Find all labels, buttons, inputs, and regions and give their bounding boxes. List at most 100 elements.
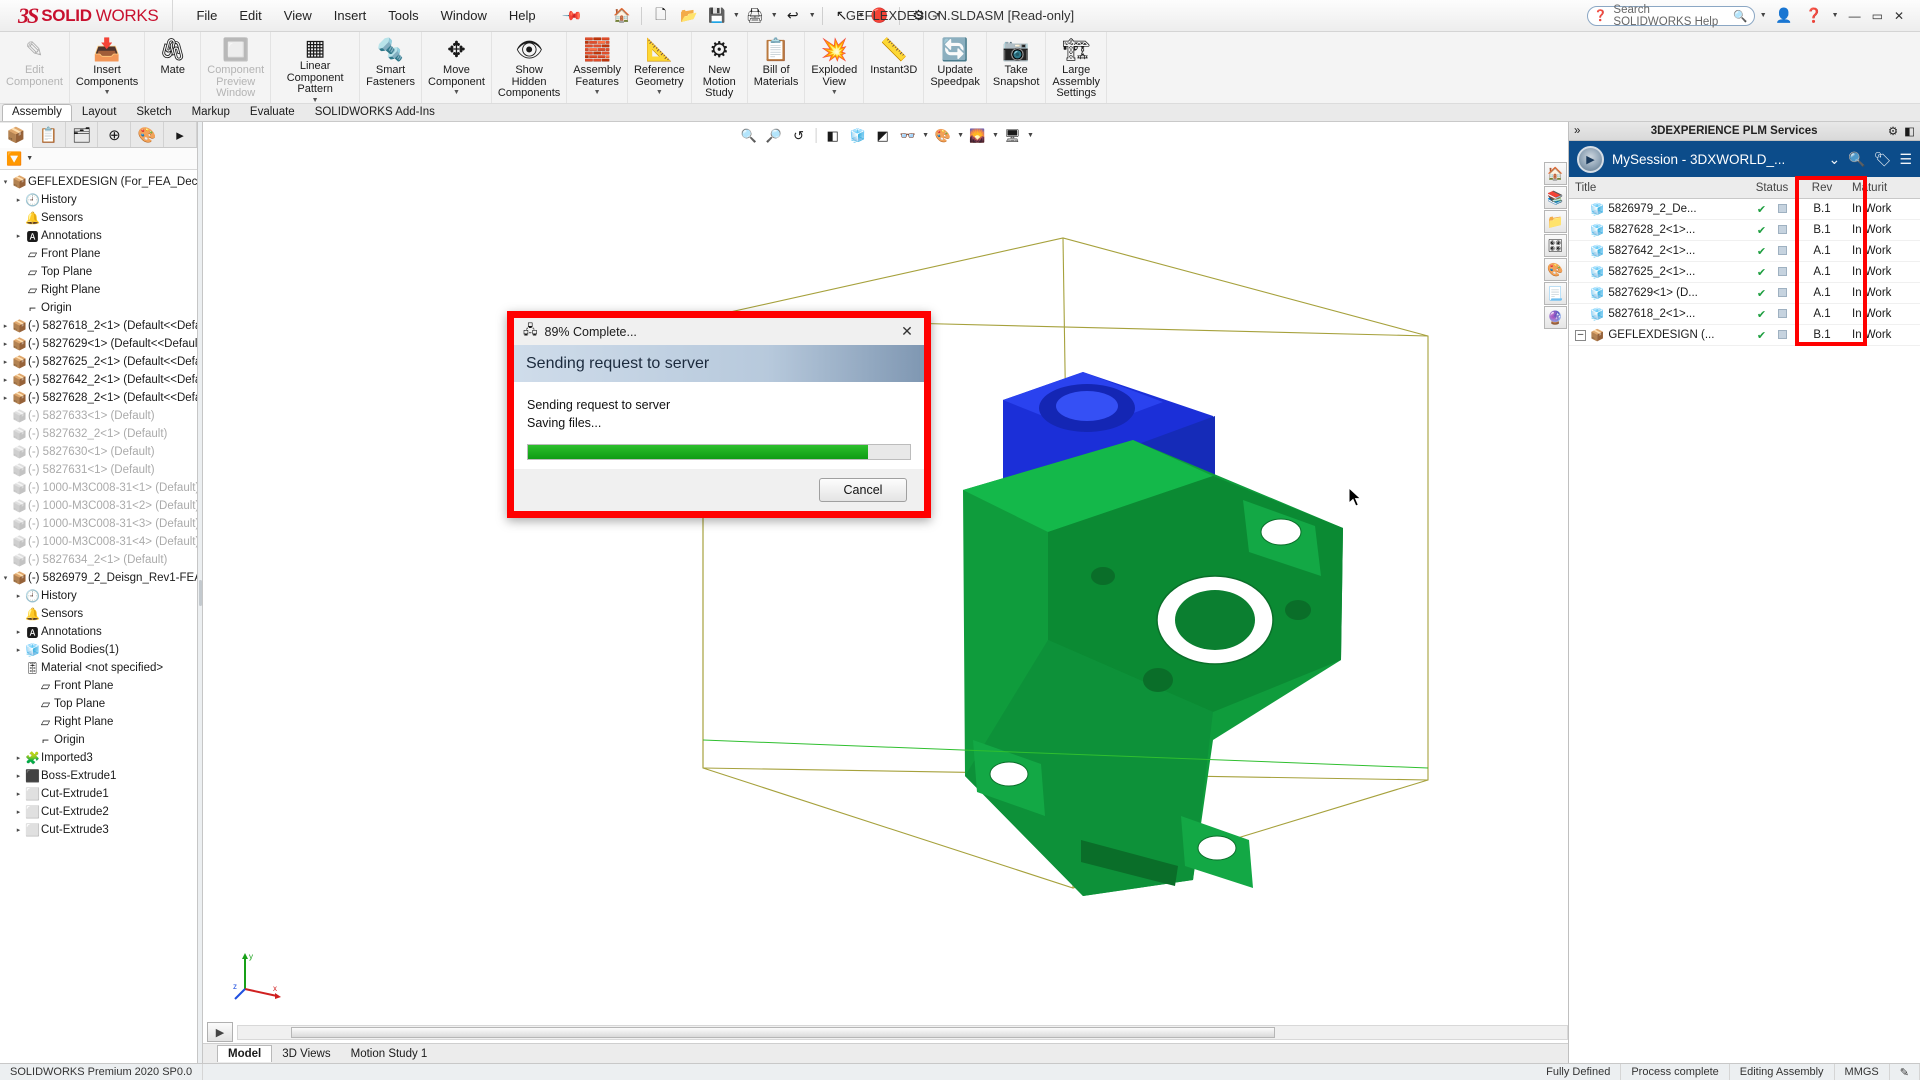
save-icon[interactable]: 💾 (704, 4, 730, 28)
print-icon[interactable]: 🖨 (742, 4, 768, 28)
search-input[interactable]: ❓ Search SOLIDWORKS Help 🔍 (1586, 4, 1755, 28)
help-icon[interactable]: ❓ (1801, 4, 1827, 28)
ribbon-linear-component-pattern[interactable]: ▦ Linear Component Pattern ▼ (271, 32, 361, 104)
ribbon-assembly-features[interactable]: 🧱 Assembly Features ▼ (567, 32, 628, 103)
expand-arrow-icon[interactable]: ▸ (0, 394, 11, 402)
ribbon-instant3d[interactable]: 📏 Instant3D (864, 32, 925, 103)
graphics-viewport[interactable]: 🔍 🔎 ↺ ◧ 🧊 ◩ 👓 ▼ 🎨 ▼ 🌄 ▼ 🖥 ▼ y x z 🏠 📚 📁 … (203, 122, 1568, 1063)
search-icon[interactable]: 🔍 (1733, 9, 1747, 23)
plm-table-row[interactable]: 🧊 5827629<1> (D... ✔ A.1 In Work (1569, 283, 1920, 304)
tree-item[interactable]: ▸ 🧊 Solid Bodies(1) (0, 641, 197, 659)
tree-item[interactable]: 📦 (-) 1000-M3C008-31<2> (Default) (0, 497, 197, 515)
ribbon-show-hidden-components[interactable]: 👁 Show Hidden Components (492, 32, 568, 103)
chevron-down-icon[interactable]: ▼ (831, 89, 838, 96)
session-chevron-down-icon[interactable]: ⌄ (1828, 151, 1840, 168)
menu-window[interactable]: Window (430, 3, 498, 28)
tree-item[interactable]: ▸ 📦 (-) 5827642_2<1> (Default<<Defa (0, 371, 197, 389)
scene-dropdown-icon[interactable]: ▼ (992, 132, 999, 139)
tab-markup[interactable]: Markup (182, 104, 240, 121)
scrollbar-thumb[interactable] (291, 1026, 1275, 1038)
zoom-to-fit-icon[interactable]: 🔍 (737, 125, 760, 146)
tree-item[interactable]: 📦 (-) 5827631<1> (Default) (0, 461, 197, 479)
search-dropdown-icon[interactable]: ▼ (1760, 12, 1767, 19)
feature-tree[interactable]: ▾📦GEFLEXDESIGN (For_FEA_Dec19-2019▸🕘Hist… (0, 170, 197, 1063)
tree-item[interactable]: ▱ Top Plane (0, 695, 197, 713)
expand-arrow-icon[interactable]: ▾ (0, 178, 11, 186)
menu-help[interactable]: Help (498, 3, 547, 28)
expand-arrow-icon[interactable]: ▸ (0, 340, 11, 348)
ribbon-update-speedpak[interactable]: 🔄 Update Speedpak (924, 32, 987, 103)
tab-motion-study-1[interactable]: Motion Study 1 (341, 1046, 438, 1062)
close-icon[interactable]: ✕ (894, 321, 920, 343)
plm-cell-title[interactable]: – 📦 GEFLEXDESIGN (... (1569, 328, 1749, 342)
tab-sketch[interactable]: Sketch (126, 104, 181, 121)
tree-item[interactable]: 🔔 Sensors (0, 209, 197, 227)
tree-item[interactable]: ▸ 📦 (-) 5827629<1> (Default<<Defaul (0, 335, 197, 353)
ribbon-exploded-view[interactable]: 💥 Exploded View ▼ (805, 32, 865, 103)
undo-dropdown-icon[interactable]: ▼ (809, 12, 816, 19)
display-style-icon[interactable]: ◩ (871, 125, 894, 146)
play-button[interactable]: ▶ (207, 1022, 233, 1042)
tree-item[interactable]: 📦 (-) 5827633<1> (Default) (0, 407, 197, 425)
property-manager-icon[interactable]: 📋 (33, 122, 66, 147)
plm-cell-title[interactable]: 🧊 5827625_2<1>... (1569, 265, 1749, 279)
print-dropdown-icon[interactable]: ▼ (771, 12, 778, 19)
tree-item[interactable]: ▾📦GEFLEXDESIGN (For_FEA_Dec19-2019 (0, 173, 197, 191)
tree-item[interactable]: ▸ 📦 (-) 5827628_2<1> (Default<<Defa (0, 389, 197, 407)
tab-3d-views[interactable]: 3D Views (272, 1046, 340, 1062)
display-manager-icon[interactable]: 🎨 (131, 122, 165, 147)
column-header-rev[interactable]: Rev (1795, 182, 1849, 194)
section-view-icon[interactable]: ◧ (821, 125, 844, 146)
plm-table-row[interactable]: 🧊 5826979_2_De... ✔ B.1 In Work (1569, 199, 1920, 220)
expand-arrow-icon[interactable]: ▸ (0, 322, 11, 330)
view-orientation-icon[interactable]: 🧊 (846, 125, 869, 146)
home-view-icon[interactable]: 🏠 (1544, 162, 1567, 185)
list-pane-icon[interactable]: 📃 (1544, 282, 1567, 305)
tree-item[interactable]: ▱ Right Plane (0, 713, 197, 731)
maximize-button[interactable]: ▭ (1872, 9, 1883, 23)
user-account-icon[interactable]: 👤 (1771, 4, 1797, 28)
expand-arrow-icon[interactable]: ▸ (13, 754, 24, 762)
menu-edit[interactable]: Edit (228, 3, 272, 28)
view-settings-icon[interactable]: 🖥 (1001, 125, 1024, 146)
status-edit-icon[interactable]: ✎ (1890, 1064, 1920, 1080)
collapse-panel-icon[interactable]: ◧ (1904, 124, 1915, 138)
menu-view[interactable]: View (273, 3, 323, 28)
filter-dropdown-icon[interactable]: ▼ (26, 155, 33, 162)
chevron-down-icon[interactable]: ▼ (104, 89, 111, 96)
tree-item[interactable]: ▸ 🧩 Imported3 (0, 749, 197, 767)
tree-item[interactable]: ▸ 📦 (-) 5827625_2<1> (Default<<Defa (0, 353, 197, 371)
tree-item[interactable]: ▸ ⬛ Boss-Extrude1 (0, 767, 197, 785)
plm-table-row[interactable]: 🧊 5827642_2<1>... ✔ A.1 In Work (1569, 241, 1920, 262)
chevron-down-icon[interactable]: ▼ (656, 89, 663, 96)
expand-panel-icon[interactable]: » (1574, 125, 1580, 137)
tree-item[interactable]: 📦 (-) 1000-M3C008-31<3> (Default) (0, 515, 197, 533)
tree-item[interactable]: ▸ 🕘 History (0, 191, 197, 209)
tree-item[interactable]: 📦 (-) 5827632_2<1> (Default) (0, 425, 197, 443)
expand-arrow-icon[interactable]: ▸ (0, 358, 11, 366)
expand-arrow-icon[interactable]: ▾ (0, 574, 11, 582)
horizontal-scrollbar[interactable] (237, 1024, 1568, 1040)
ribbon-mate[interactable]: 🖇 Mate (145, 32, 202, 103)
configuration-manager-icon[interactable]: 🗂 (66, 122, 99, 147)
plm-cell-title[interactable]: 🧊 5827618_2<1>... (1569, 307, 1749, 321)
tree-item[interactable]: ▱ Right Plane (0, 281, 197, 299)
tab-evaluate[interactable]: Evaluate (240, 104, 305, 121)
scene-pane-icon[interactable]: 🔮 (1544, 306, 1567, 329)
tree-item[interactable]: 📦 (-) 5827630<1> (Default) (0, 443, 197, 461)
tree-item[interactable]: 📦 (-) 5827634_2<1> (Default) (0, 551, 197, 569)
tree-item[interactable]: ▱ Front Plane (0, 245, 197, 263)
zoom-to-area-icon[interactable]: 🔎 (762, 125, 785, 146)
color-pane-icon[interactable]: 🎨 (1544, 258, 1567, 281)
new-document-icon[interactable]: 🗋 (648, 4, 674, 28)
close-button[interactable]: ✕ (1894, 9, 1904, 23)
tree-item[interactable]: 🔔 Sensors (0, 605, 197, 623)
previous-view-icon[interactable]: ↺ (787, 125, 810, 146)
tree-item[interactable]: ⌐ Origin (0, 731, 197, 749)
ribbon-new-motion-study[interactable]: ⚙ New Motion Study (692, 32, 748, 103)
plm-cell-title[interactable]: 🧊 5827642_2<1>... (1569, 244, 1749, 258)
feature-tree-icon[interactable]: 📦 (0, 122, 33, 148)
expand-panel-icon[interactable]: ▸ (164, 122, 197, 147)
folder-pane-icon[interactable]: 📁 (1544, 210, 1567, 233)
column-header-status[interactable]: Status (1749, 182, 1795, 194)
